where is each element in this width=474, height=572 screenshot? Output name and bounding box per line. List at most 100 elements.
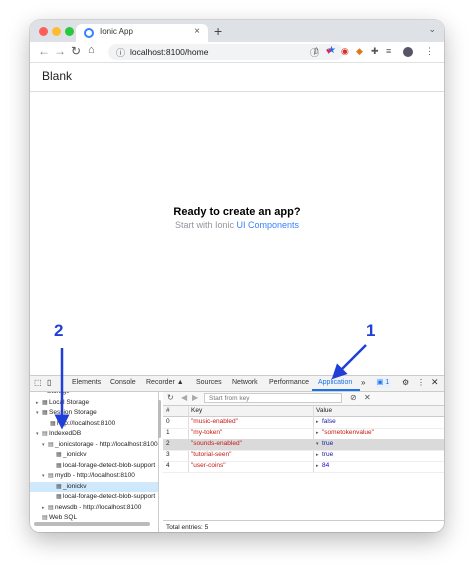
application-sidebar: Storage▸▦Local Storage▾▦Session Storage▦… xyxy=(30,392,159,532)
expand-arrow-icon[interactable]: ▸ xyxy=(316,450,319,460)
sidebar-horizontal-scrollbar[interactable] xyxy=(34,522,150,526)
forward-arrow-icon[interactable]: → xyxy=(54,44,66,58)
sidebar-item[interactable]: ▸ ▤newsdb - http://localhost:8100 xyxy=(30,503,141,513)
sidebar-vertical-scrollbar[interactable] xyxy=(158,400,161,438)
row-index: 2 xyxy=(166,440,170,447)
start-text: Start with Ionic UI Components xyxy=(30,220,444,230)
refresh-icon[interactable]: ↻ xyxy=(167,393,174,402)
extension-info-icon[interactable]: ⓘ xyxy=(310,46,319,59)
tab-close-button[interactable]: × xyxy=(194,26,200,37)
storage-db-icon: ▦ xyxy=(42,399,48,406)
address-url[interactable]: localhost:8100/home xyxy=(130,47,208,57)
new-tab-button[interactable]: + xyxy=(214,23,222,39)
sidebar-item-label: Local Storage xyxy=(49,398,90,406)
close-devtools-icon[interactable]: ✕ xyxy=(431,377,439,388)
ui-components-link[interactable]: UI Components xyxy=(237,220,300,230)
storage-db-icon: ▦ xyxy=(56,494,62,500)
start-from-key-input[interactable]: Start from key xyxy=(204,393,342,403)
maximize-window-button[interactable] xyxy=(65,27,74,36)
browser-menu-icon[interactable]: ⋮ xyxy=(425,46,434,57)
annotation-label-1: 1 xyxy=(366,321,376,340)
tab-recorder[interactable]: Recorder ▲ xyxy=(146,379,184,386)
ready-heading: Ready to create an app? xyxy=(173,206,301,218)
row-key: "my-token" xyxy=(191,429,223,436)
devtools-tab-bar: ⬚ ▯ Elements Console Recorder ▲ Sources … xyxy=(30,376,444,392)
tab-elements[interactable]: Elements xyxy=(72,379,101,386)
device-toolbar-icon[interactable]: ▯ xyxy=(47,378,51,387)
more-tabs-button[interactable]: » xyxy=(361,378,365,387)
ionic-favicon-icon xyxy=(84,28,94,38)
storage-db-icon: ▦ xyxy=(56,462,62,469)
sidebar-item-label: _ionickv xyxy=(63,451,87,458)
indexeddb-viewer: ↻ ◀ ▶ Start from key ⊘ ✕ # Key Value 0 "m… xyxy=(163,392,444,532)
row-index: 0 xyxy=(166,418,170,425)
home-icon[interactable]: ⌂ xyxy=(88,44,95,56)
sidebar-item[interactable]: ▦local-forage-detect-blob-support xyxy=(30,492,155,502)
reading-list-icon[interactable]: ≡ xyxy=(386,46,391,56)
sidebar-item-label: mydb - http://localhost:8100 xyxy=(55,472,135,479)
devtools-menu-icon[interactable]: ⋮ xyxy=(417,378,425,387)
sidebar-item[interactable]: ▾ ▤mydb - http://localhost:8100 xyxy=(30,471,135,481)
sidebar-item[interactable]: ▾ ▦Session Storage xyxy=(30,408,97,418)
table-header: # Key Value xyxy=(163,406,444,417)
tab-network[interactable]: Network xyxy=(232,379,258,386)
storage-db-icon: ▦ xyxy=(50,420,56,427)
tab-console[interactable]: Console xyxy=(110,379,136,386)
sidebar-item-label: _ionicstorage - http://localhost:8100 xyxy=(55,440,158,448)
expand-arrow-icon[interactable]: ▸ xyxy=(316,461,319,471)
row-key: "music-enabled" xyxy=(191,418,238,425)
row-value: true xyxy=(322,440,334,447)
key-toolbar: ↻ ◀ ▶ Start from key ⊘ ✕ xyxy=(163,392,444,406)
settings-gear-icon[interactable]: ⚙ xyxy=(402,378,409,387)
site-info-icon[interactable]: ⓘ xyxy=(116,46,125,59)
tab-sources[interactable]: Sources xyxy=(196,379,222,386)
expand-arrow-icon[interactable]: ▸ xyxy=(316,417,319,427)
tab-performance[interactable]: Performance xyxy=(269,379,309,386)
sidebar-item[interactable]: ▦_ionickv xyxy=(30,481,158,492)
browser-tab[interactable]: Ionic App × xyxy=(76,24,208,42)
back-arrow-icon[interactable]: ← xyxy=(38,44,50,58)
tab-search-chevron-icon[interactable]: ⌄ xyxy=(428,24,436,35)
app-page: Blank Ready to create an app? Start with… xyxy=(30,63,444,375)
sidebar-item-label: newsdb - http://localhost:8100 xyxy=(55,503,142,511)
minimize-window-button[interactable] xyxy=(52,27,61,36)
delete-selected-icon[interactable]: ✕ xyxy=(364,393,371,402)
inspect-element-icon[interactable]: ⬚ xyxy=(34,378,42,387)
pocket-icon[interactable]: ♥ xyxy=(326,46,331,56)
sidebar-item-label: _ionickv xyxy=(63,482,87,490)
extension-ring-icon[interactable]: ◉ xyxy=(341,46,349,57)
row-index: 1 xyxy=(166,429,170,436)
reload-icon[interactable]: ↻ xyxy=(71,44,81,58)
sidebar-item[interactable]: ▦local-forage-detect-blob-support xyxy=(30,461,155,471)
row-key: "tutorial-seen" xyxy=(191,451,232,458)
metamask-fox-icon[interactable]: ◆ xyxy=(356,46,363,57)
table-row[interactable]: 4 "user-coins" ▸ 84 xyxy=(163,461,444,473)
row-key: "sounds-enabled" xyxy=(191,440,242,447)
extensions-puzzle-icon[interactable]: ✚ xyxy=(371,46,379,57)
annotation-label-2: 2 xyxy=(54,321,64,340)
expand-arrow-icon[interactable]: ▸ xyxy=(316,428,319,438)
profile-avatar[interactable] xyxy=(403,47,413,57)
issues-badge[interactable]: ▣ 1 xyxy=(376,378,390,388)
clear-store-icon[interactable]: ⊘ xyxy=(350,393,357,402)
sidebar-item-label: IndexedDB xyxy=(49,430,82,437)
close-window-button[interactable] xyxy=(39,27,48,36)
address-bar[interactable]: ⓘ localhost:8100/home ⇧ ★ xyxy=(108,44,344,60)
expand-arrow-icon[interactable]: ▾ xyxy=(316,439,319,449)
sidebar-item[interactable]: Storage xyxy=(30,392,70,397)
sidebar-item[interactable]: ▾ ▤IndexedDB xyxy=(30,429,81,439)
previous-page-icon[interactable]: ◀ xyxy=(181,393,187,402)
row-key: "user-coins" xyxy=(191,462,226,469)
active-tab-indicator xyxy=(312,389,360,391)
tab-application[interactable]: Application xyxy=(318,379,352,386)
sidebar-item[interactable]: ▦_ionickv xyxy=(30,450,86,460)
browser-window: Ionic App × + ⌄ ← → ↻ ⌂ ⓘ localhost:8100… xyxy=(30,20,444,532)
storage-db-icon: ▤ xyxy=(48,504,54,511)
tab-title: Ionic App xyxy=(100,27,133,36)
storage-db-icon: ▦ xyxy=(56,483,62,490)
sidebar-item[interactable]: ▾ ▤_ionicstorage - http://localhost:8100 xyxy=(30,440,158,450)
sidebar-item-label: Storage xyxy=(47,392,70,395)
next-page-icon[interactable]: ▶ xyxy=(192,393,198,402)
sidebar-item[interactable]: ▸ ▦Local Storage xyxy=(30,398,89,408)
sidebar-item[interactable]: ▦http://localhost:8100 xyxy=(30,419,115,429)
